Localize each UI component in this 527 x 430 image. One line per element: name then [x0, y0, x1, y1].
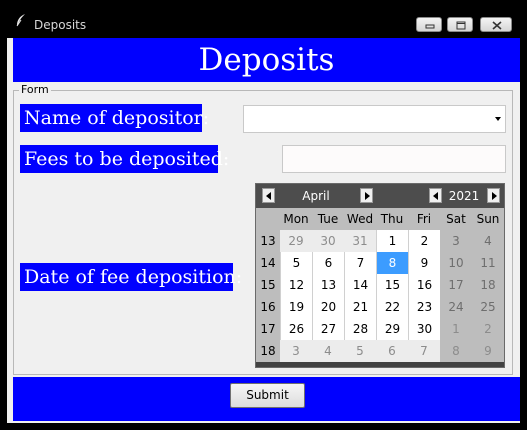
calendar-day[interactable]: 1: [376, 230, 408, 252]
calendar-day-selected[interactable]: 8: [376, 252, 408, 274]
maximize-icon: [456, 21, 466, 30]
calendar-day[interactable]: 7: [408, 340, 440, 362]
arrow-right-icon: [365, 192, 370, 200]
calendar-day[interactable]: 1: [440, 318, 472, 340]
calendar-day[interactable]: 21: [344, 296, 376, 318]
window-client-area: Deposits Form Name of depositor: Fees to…: [7, 38, 520, 423]
calendar-day[interactable]: 23: [408, 296, 440, 318]
calendar-day[interactable]: 4: [312, 340, 344, 362]
calendar-day[interactable]: 13: [312, 274, 344, 296]
calendar-day[interactable]: 9: [472, 340, 504, 362]
calendar-week-number: 17: [256, 318, 280, 340]
calendar-day[interactable]: 25: [472, 296, 504, 318]
calendar-month: April: [302, 189, 330, 203]
calendar-day-header: Wed: [344, 208, 376, 230]
calendar-day[interactable]: 6: [376, 340, 408, 362]
minimize-button[interactable]: [416, 17, 442, 32]
calendar-day-header: Fri: [408, 208, 440, 230]
calendar-day[interactable]: 17: [440, 274, 472, 296]
calendar-day[interactable]: 16: [408, 274, 440, 296]
calendar-day-header: Sat: [440, 208, 472, 230]
calendar-day[interactable]: 11: [472, 252, 504, 274]
calendar-day[interactable]: 8: [440, 340, 472, 362]
calendar-day[interactable]: 18: [472, 274, 504, 296]
calendar-day[interactable]: 7: [344, 252, 376, 274]
date-label: Date of fee deposition:: [20, 263, 242, 291]
calendar-day[interactable]: 4: [472, 230, 504, 252]
calendar-day[interactable]: 19: [280, 296, 312, 318]
calendar-day[interactable]: 6: [312, 252, 344, 274]
calendar-day[interactable]: 31: [344, 230, 376, 252]
name-combobox[interactable]: [243, 105, 506, 133]
page-title: Deposits: [198, 42, 335, 78]
arrow-right-icon: [492, 192, 497, 200]
arrow-left-icon: [433, 192, 438, 200]
calendar-day[interactable]: 14: [344, 274, 376, 296]
calendar-day[interactable]: 15: [376, 274, 408, 296]
calendar-day-header: Thu: [376, 208, 408, 230]
window-title: Deposits: [34, 18, 87, 32]
calendar-week-number: 16: [256, 296, 280, 318]
calendar-day-header: Sun: [472, 208, 504, 230]
calendar-day[interactable]: 2: [472, 318, 504, 340]
prev-month-button[interactable]: [262, 188, 275, 203]
footer-bar: Submit: [13, 377, 520, 421]
date-calendar[interactable]: April 2021 Mon Tue Wed Thu Fri Sat Sun 13 29 30 31…: [255, 183, 505, 368]
header-banner: Deposits: [13, 38, 520, 82]
calendar-day[interactable]: 5: [280, 252, 312, 274]
calendar-day[interactable]: 9: [408, 252, 440, 274]
name-label: Name of depositor:: [20, 104, 209, 132]
calendar-corner: [256, 208, 280, 230]
calendar-day[interactable]: 26: [280, 318, 312, 340]
next-month-button[interactable]: [360, 188, 373, 203]
close-icon: [492, 21, 502, 30]
app-window: Deposits Deposits Form Name of depositor…: [0, 0, 527, 430]
calendar-day[interactable]: 30: [408, 318, 440, 340]
calendar-day[interactable]: 27: [312, 318, 344, 340]
calendar-day[interactable]: 10: [440, 252, 472, 274]
calendar-header: April 2021: [256, 184, 504, 208]
arrow-left-icon: [266, 192, 271, 200]
calendar-day[interactable]: 30: [312, 230, 344, 252]
feather-icon: [16, 14, 25, 27]
calendar-day[interactable]: 20: [312, 296, 344, 318]
fees-label: Fees to be deposited:: [20, 145, 229, 173]
calendar-week-number: 14: [256, 252, 280, 274]
fees-input[interactable]: [282, 145, 506, 173]
calendar-year: 2021: [448, 189, 480, 203]
minimize-icon: [425, 24, 435, 29]
calendar-week-number: 18: [256, 340, 280, 362]
calendar-day[interactable]: 24: [440, 296, 472, 318]
title-bar[interactable]: Deposits: [0, 0, 527, 40]
next-year-button[interactable]: [487, 188, 500, 203]
calendar-day[interactable]: 2: [408, 230, 440, 252]
calendar-day[interactable]: 12: [280, 274, 312, 296]
calendar-day[interactable]: 28: [344, 318, 376, 340]
calendar-day-header: Tue: [312, 208, 344, 230]
calendar-week-number: 13: [256, 230, 280, 252]
calendar-day[interactable]: 22: [376, 296, 408, 318]
calendar-day-header: Mon: [280, 208, 312, 230]
calendar-day[interactable]: 3: [440, 230, 472, 252]
calendar-day[interactable]: 29: [280, 230, 312, 252]
submit-button[interactable]: Submit: [230, 383, 305, 408]
calendar-day[interactable]: 5: [344, 340, 376, 362]
calendar-day[interactable]: 3: [280, 340, 312, 362]
calendar-week-number: 15: [256, 274, 280, 296]
chevron-down-icon[interactable]: [495, 117, 501, 121]
close-button[interactable]: [480, 17, 512, 32]
calendar-day[interactable]: 29: [376, 318, 408, 340]
maximize-button[interactable]: [447, 17, 473, 32]
form-legend: Form: [19, 83, 51, 96]
prev-year-button[interactable]: [429, 188, 442, 203]
